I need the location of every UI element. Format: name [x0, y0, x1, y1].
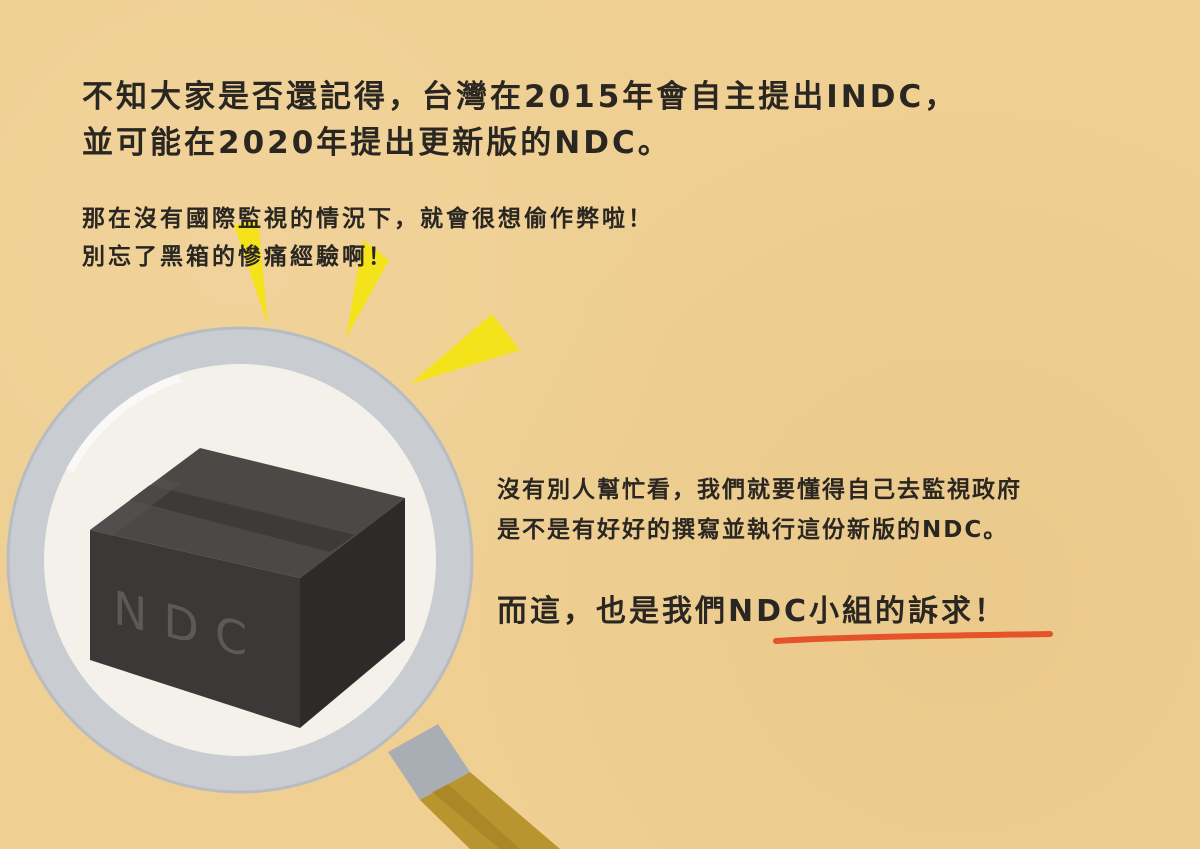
slogan-prefix: 而這，也是我們	[497, 594, 728, 629]
slogan-suffix: 的訴求！	[875, 594, 1008, 629]
cta-line-2: 是不是有好好的撰寫並執行這份新版的NDC。	[497, 517, 1009, 543]
cta-line-1: 沒有別人幫忙看，我們就要懂得自己去監視政府	[497, 477, 1022, 503]
call-to-action-paragraph: 沒有別人幫忙看，我們就要懂得自己去監視政府 是不是有好好的撰寫並執行這份新版的N…	[497, 470, 1022, 550]
slogan: 而這，也是我們NDC小組的訴求！	[497, 590, 1007, 634]
magnifier-handle	[388, 724, 560, 849]
slogan-highlight: NDC小組	[728, 594, 876, 629]
intro-line-2: 並可能在2020年提出更新版的NDC。	[82, 125, 672, 161]
intro-paragraph: 不知大家是否還記得，台灣在2015年會自主提出INDC， 並可能在2020年提出…	[82, 74, 958, 166]
warning-line-2: 別忘了黑箱的慘痛經驗啊！	[82, 244, 394, 270]
warning-line-1: 那在沒有國際監視的情況下，就會很想偷作弊啦！	[82, 206, 654, 232]
ray-right	[410, 314, 520, 384]
intro-line-1: 不知大家是否還記得，台灣在2015年會自主提出INDC，	[82, 79, 959, 115]
warning-paragraph: 那在沒有國際監視的情況下，就會很想偷作弊啦！ 別忘了黑箱的慘痛經驗啊！	[82, 200, 654, 276]
